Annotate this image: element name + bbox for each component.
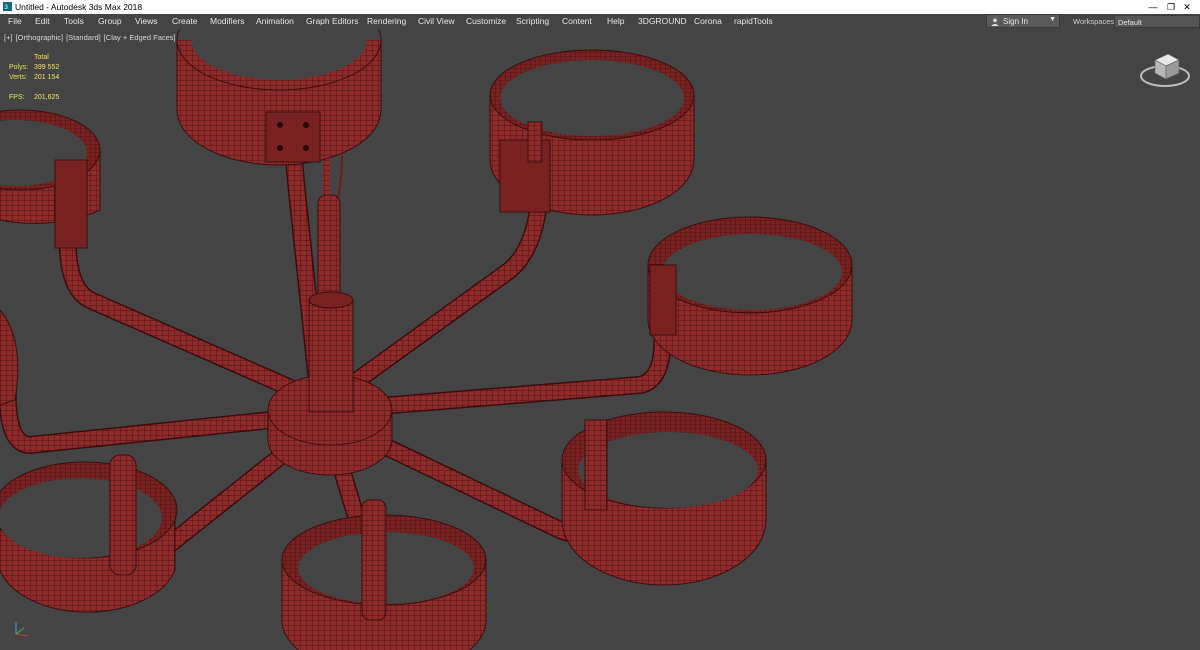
menu-civil-view[interactable]: Civil View <box>418 16 455 26</box>
chandelier-mesh[interactable] <box>0 29 1200 650</box>
fps-value: 201,625 <box>34 94 60 101</box>
ring-shade-3 <box>647 216 853 376</box>
menu-group[interactable]: Group <box>98 16 122 26</box>
menu-modifiers[interactable]: Modifiers <box>210 16 244 26</box>
menu-create[interactable]: Create <box>172 16 198 26</box>
menu-file[interactable]: File <box>8 16 22 26</box>
fps-key: FPS: <box>9 94 25 101</box>
menu-3dground[interactable]: 3DGROUND <box>638 16 687 26</box>
axis-tripod-icon <box>15 622 29 637</box>
workspaces-dropdown[interactable]: Default <box>1114 15 1200 28</box>
menu-graph-editors[interactable]: Graph Editors <box>306 16 358 26</box>
menu-scripting[interactable]: Scripting <box>516 16 549 26</box>
menu-content[interactable]: Content <box>562 16 592 26</box>
window-title: Untitled - Autodesk 3ds Max 2018 <box>15 2 143 12</box>
viewport-view-label[interactable]: [Orthographic] <box>16 33 64 42</box>
viewport-preset-label[interactable]: [Standard] <box>66 33 101 42</box>
sign-in-label: Sign In <box>1003 17 1028 26</box>
stats-verts-key: Verts: <box>9 74 27 81</box>
ring-shade-8 <box>0 309 19 406</box>
ring-shade-2 <box>489 49 695 216</box>
viewport-label[interactable]: [+] [Orthographic] [Standard] [Clay + Edged… <box>4 33 179 42</box>
menu-customize[interactable]: Customize <box>466 16 506 26</box>
title-bar: 3 Untitled - Autodesk 3ds Max 2018 — ❐ ✕ <box>0 0 1200 14</box>
person-icon <box>991 18 999 26</box>
ring-shade-7 <box>0 109 101 249</box>
viewport-shading-label[interactable]: [Clay + Edged Faces] <box>104 33 176 42</box>
workspaces-value: Default <box>1118 18 1142 27</box>
close-button[interactable]: ✕ <box>1172 0 1200 14</box>
menu-rendering[interactable]: Rendering <box>367 16 406 26</box>
chevron-down-icon: ▼ <box>1049 16 1056 23</box>
viewport-menu-plus[interactable]: [+] <box>4 33 13 42</box>
stats-verts-value: 201 154 <box>34 74 60 81</box>
menu-tools[interactable]: Tools <box>64 16 84 26</box>
menu-edit[interactable]: Edit <box>35 16 50 26</box>
menu-animation[interactable]: Animation <box>256 16 294 26</box>
stats-total-header: Total <box>34 54 49 61</box>
viewcube-icon[interactable] <box>1138 46 1192 92</box>
3ds-max-app-icon: 3 <box>3 2 12 11</box>
ring-shade-1 <box>176 29 382 166</box>
workspaces-label: Workspaces: <box>1073 17 1117 26</box>
menu-help[interactable]: Help <box>607 16 624 26</box>
menu-rapidtools[interactable]: rapidTools <box>734 16 773 26</box>
ring-shade-4 <box>561 411 767 586</box>
svg-text:3: 3 <box>4 4 8 11</box>
stats-polys-value: 399 552 <box>34 64 60 71</box>
ring-shade-6 <box>0 454 178 613</box>
menu-corona[interactable]: Corona <box>694 16 722 26</box>
stats-polys-key: Polys: <box>9 64 29 71</box>
sign-in-dropdown[interactable]: Sign In ▼ <box>986 14 1060 28</box>
ring-shade-5 <box>281 499 487 650</box>
menu-views[interactable]: Views <box>135 16 158 26</box>
